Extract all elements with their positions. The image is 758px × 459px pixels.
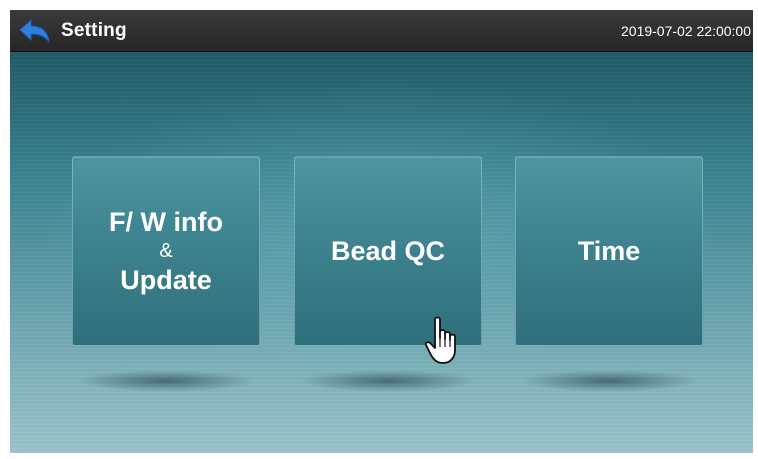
back-arrow-icon xyxy=(19,18,50,43)
hand-pointer-icon xyxy=(424,316,456,364)
update-label: Update xyxy=(120,265,212,295)
ampersand-label: & xyxy=(159,240,173,262)
title-bar: Setting 2019-07-02 22:00:00 xyxy=(10,10,753,52)
page-title: Setting xyxy=(61,20,127,41)
fw-info-label: F/ W info xyxy=(109,207,223,237)
bead-qc-label: Bead QC xyxy=(330,236,446,266)
tile-shadow xyxy=(298,370,478,392)
date-time-display: 2019-07-02 22:00:00 xyxy=(621,23,751,39)
content-area: F/ W info & Update Bead QC Time xyxy=(10,52,753,453)
back-button[interactable] xyxy=(18,18,52,44)
tile-shadow xyxy=(519,370,699,392)
time-button[interactable]: Time xyxy=(515,156,703,346)
fw-info-update-button[interactable]: F/ W info & Update xyxy=(72,156,260,346)
time-label: Time xyxy=(577,236,641,266)
tile-shadow xyxy=(76,370,256,392)
settings-screen: Setting 2019-07-02 22:00:00 F/ W info & … xyxy=(10,10,753,453)
